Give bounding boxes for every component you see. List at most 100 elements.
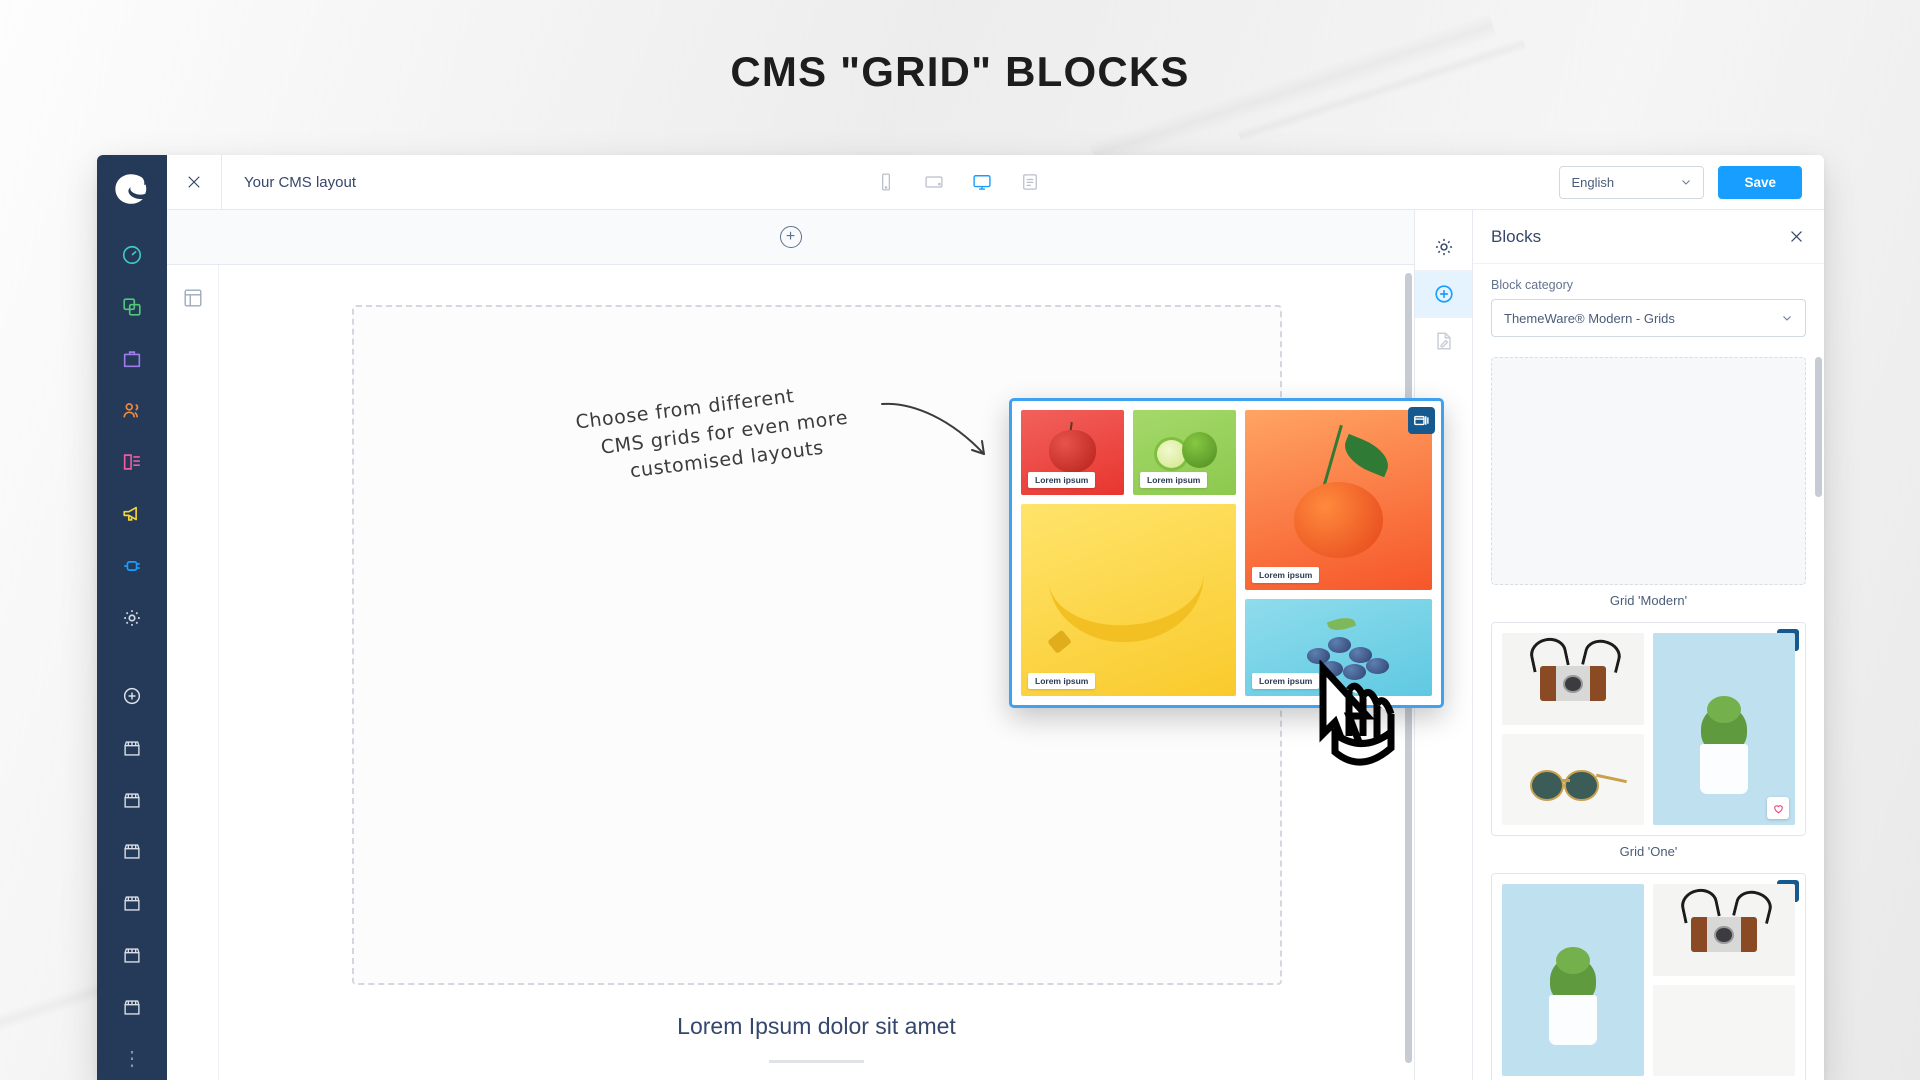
clone-blocks-icon[interactable] (1408, 407, 1435, 434)
sidebar-sales-channel-4[interactable] (110, 881, 154, 925)
block-label: Grid 'Modern' (1609, 593, 1688, 608)
list-view-icon (1022, 174, 1037, 190)
section-gutter (167, 265, 219, 1080)
block-card[interactable]: Grid 'One' (1491, 622, 1806, 865)
page-edit-icon (1436, 332, 1451, 350)
rail-settings-button[interactable] (1415, 224, 1473, 270)
tile-label: Lorem ipsum (1252, 567, 1320, 583)
device-preview-switcher (356, 169, 1559, 195)
popup-right-column: Lorem ipsum Lorem ipsum (1245, 410, 1432, 696)
editor-topbar: Your CMS layout English Save (167, 155, 1824, 210)
layout-title: Your CMS layout (244, 173, 357, 191)
rail-layout-assignment-button[interactable] (1415, 318, 1473, 364)
tile-label: Lorem ipsum (1028, 673, 1096, 689)
block-preview-empty[interactable] (1491, 357, 1806, 585)
save-button[interactable]: Save (1718, 165, 1802, 199)
chevron-down-icon (1783, 316, 1791, 321)
storefront-icon (124, 741, 140, 756)
add-section-button[interactable]: + (779, 226, 802, 248)
thumb-sunglasses (1653, 984, 1795, 1076)
block-preview-grid-two[interactable] (1491, 873, 1806, 1080)
block-preview-grid-one[interactable] (1491, 622, 1806, 836)
blocks-panel-header: Blocks (1473, 210, 1824, 264)
storefront-icon (124, 792, 140, 808)
blocks-panel-close-button[interactable] (1786, 227, 1806, 247)
add-section-bar: + (167, 210, 1414, 265)
popup-left-column: Lorem ipsum Lorem ipsum Lorem ipsum (1021, 410, 1236, 696)
storefront-icon (124, 896, 140, 911)
device-tablet-button[interactable] (920, 169, 948, 195)
sidebar-item-catalogues[interactable] (110, 285, 154, 329)
content-heading: Lorem Ipsum dolor sit amet (677, 1013, 956, 1039)
rail-add-blocks-button[interactable] (1414, 271, 1473, 317)
popup-tile-lime[interactable]: Lorem ipsum (1133, 410, 1236, 495)
sidebar-item-extensions[interactable] (110, 544, 154, 588)
tile-label: Lorem ipsum (1028, 472, 1096, 488)
sidebar-sales-channel-1[interactable] (110, 726, 154, 770)
language-select[interactable]: English (1559, 165, 1705, 199)
app-window: ⋮ Your CMS layout English Save + Lorem I… (97, 155, 1824, 1080)
popup-tile-apple[interactable]: Lorem ipsum (1021, 410, 1124, 495)
language-value: English (1571, 174, 1615, 190)
sidebar-sales-channel-5[interactable] (110, 933, 154, 977)
main-column: Your CMS layout English Save + Lorem Ips… (167, 155, 1824, 1080)
workspace: + Lorem Ipsum dolor sit amet Lorem (167, 210, 1824, 1080)
sidebar-more-button[interactable]: ⋮ (110, 1037, 154, 1080)
thumb-plant (1502, 884, 1644, 1076)
block-category-value: ThemeWare® Modern - Grids (1504, 310, 1675, 326)
sidebar-item-settings[interactable] (110, 596, 154, 640)
block-card[interactable]: Grid 'Modern' (1491, 357, 1806, 614)
device-mobile-button[interactable] (872, 169, 900, 195)
close-editor-button[interactable] (167, 155, 222, 210)
content-icon (123, 454, 140, 471)
block-category-select[interactable]: ThemeWare® Modern - Grids (1491, 299, 1806, 337)
layout-icon[interactable] (182, 287, 204, 309)
topbar-actions: English Save (1559, 165, 1824, 199)
storefront-icon (124, 1000, 140, 1015)
sidebar-item-customers[interactable] (110, 389, 154, 433)
thumb-camera (1653, 884, 1795, 976)
shopware-logo[interactable] (112, 169, 152, 209)
sidebar-item-orders[interactable] (110, 337, 154, 381)
device-content-button[interactable] (1016, 169, 1044, 195)
block-category-section: Block category ThemeWare® Modern - Grids (1473, 264, 1824, 349)
desktop-icon (973, 175, 991, 190)
chevron-down-icon (1682, 180, 1691, 185)
blocks-list-scrollbar[interactable] (1815, 357, 1822, 497)
tile-label: Lorem ipsum (1140, 472, 1208, 488)
grid-two-thumbnails (1502, 884, 1795, 1076)
sidebar-sales-channel-2[interactable] (110, 778, 154, 822)
block-category-label: Block category (1491, 278, 1573, 292)
popup-tile-orange[interactable]: Lorem ipsum (1245, 410, 1432, 590)
blocks-panel-title: Blocks (1491, 226, 1542, 246)
sidebar-sales-channel-6[interactable] (110, 985, 154, 1029)
gauge-icon (122, 245, 142, 265)
gear-icon (124, 610, 140, 626)
tablet-icon (925, 176, 943, 188)
thumb-sunglasses (1502, 733, 1644, 825)
device-desktop-button[interactable] (968, 169, 996, 195)
plus-circle-icon (1434, 285, 1453, 303)
sidebar-add-sales-channel[interactable] (110, 674, 154, 718)
blocks-list[interactable]: Grid 'Modern' Grid 'One' (1473, 349, 1824, 1080)
popup-top-row: Lorem ipsum Lorem ipsum (1021, 410, 1236, 495)
page-title: CMS "GRID" BLOCKS (730, 48, 1190, 95)
blocks-panel: Blocks Block category ThemeWare® Modern … (1472, 210, 1824, 1080)
bag-icon (123, 350, 141, 367)
plug-icon (124, 561, 140, 572)
sidebar-item-dashboard[interactable] (110, 233, 154, 277)
mobile-icon (881, 173, 890, 191)
wishlist-heart-icon[interactable] (1767, 797, 1789, 819)
gear-icon (1435, 238, 1452, 256)
megaphone-icon (123, 507, 137, 522)
block-label: Grid 'One' (1619, 844, 1678, 859)
annotation-arrow-icon (881, 402, 985, 455)
sidebar-sales-channel-3[interactable] (110, 830, 154, 874)
sidebar-item-content[interactable] (110, 441, 154, 485)
popup-tile-banana[interactable]: Lorem ipsum (1021, 504, 1236, 696)
users-icon (123, 402, 139, 418)
block-card[interactable] (1491, 873, 1806, 1080)
main-sidebar: ⋮ (97, 155, 167, 1080)
storefront-icon (124, 844, 140, 860)
sidebar-item-marketing[interactable] (110, 492, 154, 536)
